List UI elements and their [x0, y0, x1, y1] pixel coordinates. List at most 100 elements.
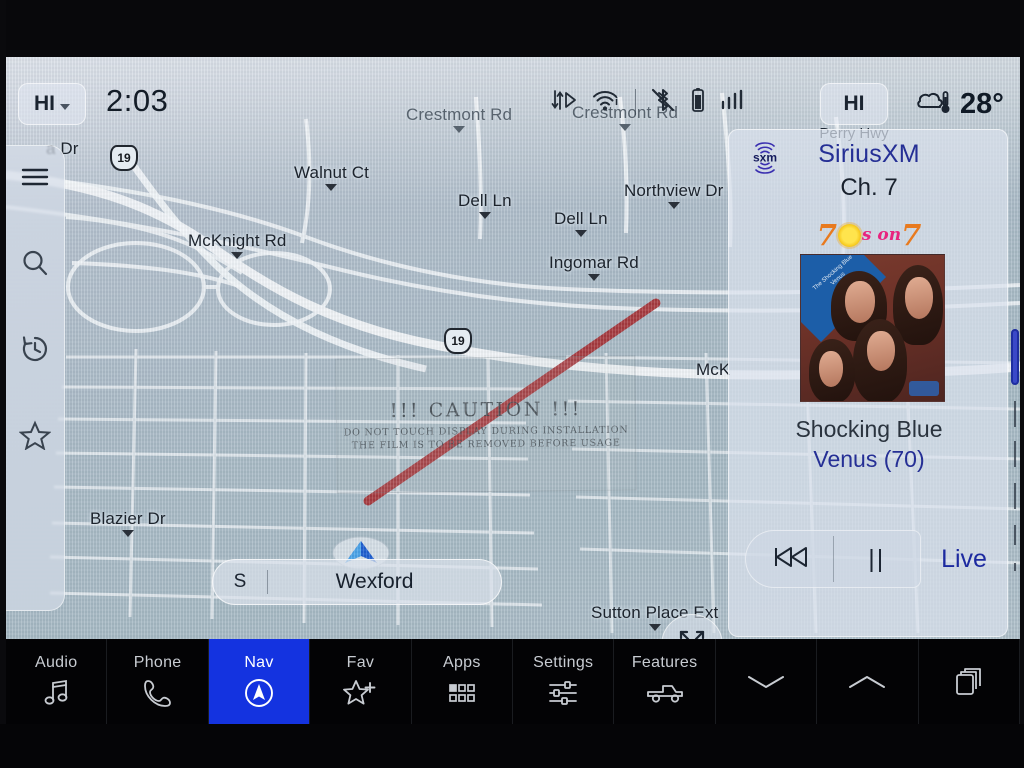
map-label: Crestmont Rd	[406, 105, 512, 133]
bezel-top	[0, 0, 1024, 57]
media-brand-label: SiriusXM	[818, 140, 920, 168]
channel-logo-seven-right: 7	[901, 218, 922, 252]
star-plus-icon	[343, 677, 377, 709]
map-label-pointer-icon	[667, 202, 680, 209]
chevron-down-icon	[744, 666, 788, 698]
tab-features[interactable]: Features	[614, 639, 716, 724]
map-label-text: Blazier Dr	[90, 509, 166, 528]
map-label: Northview Dr	[624, 181, 723, 209]
map-label: Dell Ln	[458, 191, 512, 219]
scrollbar-thumb[interactable]	[1011, 329, 1019, 385]
map-label-text: Northview Dr	[624, 181, 724, 200]
map-label-text: Crestmont Rd	[406, 105, 513, 124]
pause-icon: ||	[868, 544, 886, 573]
tab-nav[interactable]: Nav	[208, 639, 311, 724]
pickup-truck-icon	[645, 677, 685, 709]
traffic-flow-icon	[551, 88, 577, 117]
map-label-text: McK	[696, 360, 731, 379]
destination-bar[interactable]: S Wexford	[212, 559, 502, 605]
tab-label: Settings	[533, 654, 594, 671]
map-label-pointer-icon	[648, 624, 661, 631]
tab-label: Audio	[34, 654, 78, 671]
wifi-info-icon: i	[591, 88, 621, 117]
media-now-playing-panel[interactable]: sxm SiriusXM Ch. 7 7 s on 7 The Shocking…	[728, 129, 1008, 637]
chevron-up-icon	[845, 666, 889, 698]
tab-apps[interactable]: Apps	[412, 639, 514, 724]
map-label-pointer-icon	[619, 124, 632, 131]
media-artist: Shocking Blue	[795, 416, 943, 442]
map-label: Walnut Ct	[294, 163, 369, 191]
menu-button[interactable]	[6, 150, 65, 204]
climate-hi-right-button[interactable]: HI	[820, 83, 888, 125]
pause-button[interactable]: ||	[834, 545, 921, 574]
tab-label: Phone	[133, 654, 182, 671]
map-label-text: Walnut Ct	[294, 163, 369, 182]
map-label-pointer-icon	[453, 126, 466, 133]
svg-text:i: i	[615, 96, 618, 108]
tab-audio[interactable]: Audio	[6, 639, 108, 724]
destination-direction-code: S	[233, 571, 247, 592]
star-icon	[18, 420, 51, 450]
map-label-pointer-icon	[231, 252, 244, 259]
main-tab-bar: Audio Phone Nav Fav Apps Settings Features	[6, 639, 1021, 724]
tab-multiwindow[interactable]	[919, 639, 1021, 724]
bezel-bottom	[0, 724, 1024, 768]
bezel-right	[1020, 0, 1024, 768]
temperature-value: 28°	[960, 87, 1004, 120]
map-label: Blazier Dr	[90, 509, 166, 537]
phone-icon	[142, 677, 174, 709]
tab-label: Apps	[442, 654, 481, 671]
map-label-pointer-icon	[121, 530, 134, 537]
map-label-text: Ingomar Rd	[549, 253, 639, 272]
climate-hi-left-label: HI	[34, 92, 55, 115]
map-label: Dell Ln	[554, 209, 608, 237]
favorites-button[interactable]	[6, 408, 65, 462]
signal-bars-icon	[720, 88, 748, 117]
map-label-pointer-icon	[325, 184, 338, 191]
compass-icon	[243, 677, 275, 709]
tab-fav[interactable]: Fav	[310, 639, 412, 724]
display-area: !!! CAUTION !!! DO NOT TOUCH DISPLAY DUR…	[6, 57, 1020, 724]
status-icon-tray: i	[551, 85, 748, 119]
live-button[interactable]: Live	[927, 530, 1001, 588]
map-label-text: Dell Ln	[554, 209, 608, 228]
channel-logo-70s-on-7: 7 s on 7	[729, 218, 1009, 252]
battery-icon	[690, 87, 706, 118]
channel-logo-seven-left: 7	[816, 218, 837, 252]
recent-button[interactable]	[6, 322, 65, 376]
media-track-title: Venus (70)	[813, 446, 925, 472]
highway-shield-icon: 19	[110, 145, 138, 171]
hamburger-icon	[20, 166, 50, 188]
map-label: McK	[696, 360, 730, 380]
climate-hi-left-button[interactable]: HI	[18, 83, 86, 125]
status-divider	[635, 89, 636, 115]
map-label-text: McKnight Rd	[188, 231, 287, 250]
destination-name: Wexford	[335, 570, 414, 593]
map-label-pointer-icon	[478, 212, 491, 219]
album-art: The Shocking Blue Venus	[800, 254, 945, 402]
map-tools-sidebar	[6, 145, 65, 611]
tab-phone[interactable]: Phone	[107, 639, 209, 724]
map-zoom-scrollbar[interactable]	[1010, 153, 1020, 623]
tab-settings[interactable]: Settings	[513, 639, 615, 724]
map-label-pointer-icon	[587, 274, 600, 281]
tab-collapse-down[interactable]	[716, 639, 818, 724]
rewind-button[interactable]	[746, 544, 833, 575]
media-transport-controls: ||	[745, 530, 921, 588]
chevron-down-icon	[60, 103, 70, 110]
cloud-thermometer-icon	[916, 87, 952, 122]
history-clock-icon	[20, 334, 50, 364]
tab-expand-up[interactable]	[817, 639, 919, 724]
map-label-pointer-icon	[574, 230, 587, 237]
channel-logo-sun-icon	[837, 223, 861, 247]
grid-apps-icon	[447, 677, 477, 709]
search-button[interactable]	[6, 236, 65, 290]
clock: 2:03	[106, 83, 169, 118]
weather-readout: 28°	[916, 83, 1004, 125]
tab-label: Fav	[346, 654, 375, 671]
tab-label: Nav	[244, 654, 274, 671]
map-label: Ingomar Rd	[549, 253, 639, 281]
bluetooth-off-icon	[650, 87, 676, 118]
rewind-icon	[767, 544, 811, 575]
climate-hi-right-label: HI	[843, 92, 865, 115]
